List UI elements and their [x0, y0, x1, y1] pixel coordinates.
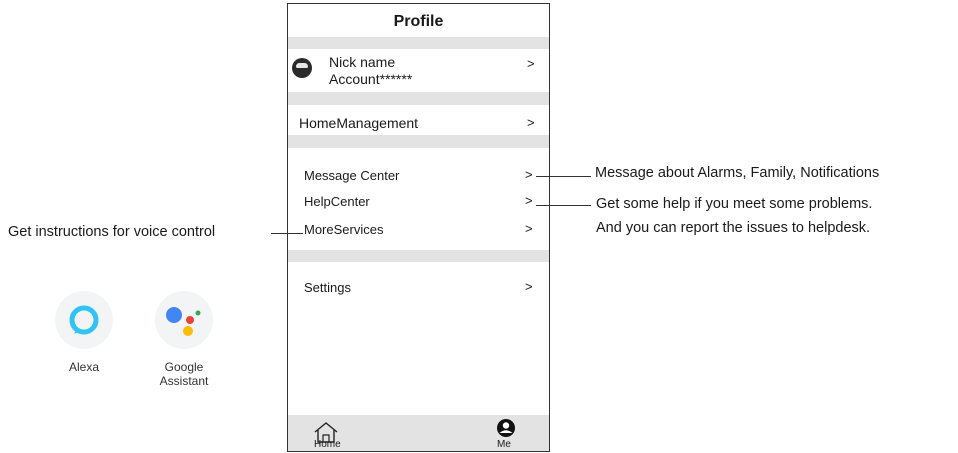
settings-item[interactable]: Settings >: [288, 274, 549, 300]
message-center-label: Message Center: [304, 168, 400, 183]
google-assistant-icon: [166, 307, 201, 336]
chevron-right-icon: >: [525, 167, 533, 182]
voice-callout-line: [271, 233, 303, 234]
help-center-item[interactable]: HelpCenter >: [288, 188, 549, 212]
google-assistant-app[interactable]: [155, 291, 213, 349]
avatar-icon: [292, 58, 312, 78]
tab-home-label: Home: [314, 439, 341, 450]
tab-me-label: Me: [497, 439, 511, 450]
tab-me[interactable]: Me: [492, 417, 522, 451]
profile-row[interactable]: Nick name Account****** >: [288, 49, 549, 92]
phone-screen: Profile Nick name Account****** > HomeMa…: [287, 3, 550, 452]
tab-home[interactable]: Home: [308, 417, 348, 451]
help-callout-text-1: Get some help if you meet some problems.: [596, 196, 873, 212]
chevron-right-icon: >: [527, 115, 535, 130]
chevron-right-icon: >: [525, 279, 533, 294]
message-callout-text: Message about Alarms, Family, Notificati…: [595, 165, 880, 181]
settings-label: Settings: [304, 280, 351, 295]
section-divider: [288, 92, 549, 105]
chevron-right-icon: >: [527, 56, 535, 71]
alexa-app[interactable]: [55, 291, 113, 349]
page-title: Profile: [393, 13, 444, 30]
account-name: Account******: [329, 71, 413, 87]
help-callout-line: [536, 205, 591, 206]
google-assistant-label-line1: Google: [164, 360, 204, 374]
alexa-icon: [69, 305, 99, 335]
bottom-tab-bar: Home Me: [288, 415, 549, 451]
chevron-right-icon: >: [525, 221, 533, 236]
help-callout-text-2: And you can report the issues to helpdes…: [596, 220, 871, 236]
alexa-label: Alexa: [68, 360, 100, 374]
nick-name: Nick name: [329, 54, 396, 70]
help-center-label: HelpCenter: [304, 194, 370, 209]
section-divider: [288, 37, 549, 49]
message-callout-line: [536, 176, 591, 177]
section-divider: [288, 135, 549, 148]
me-icon: [497, 419, 515, 437]
home-management-item[interactable]: HomeManagement >: [288, 105, 549, 135]
more-services-item[interactable]: MoreServices >: [288, 216, 549, 240]
chevron-right-icon: >: [525, 193, 533, 208]
home-management-label: HomeManagement: [299, 115, 419, 131]
message-center-item[interactable]: Message Center >: [288, 162, 549, 186]
more-services-label: MoreServices: [304, 222, 384, 237]
voice-callout-text: Get instructions for voice control: [8, 224, 216, 240]
google-assistant-label: Google Assistant: [149, 360, 219, 388]
google-assistant-label-line2: Assistant: [159, 374, 209, 388]
section-divider: [288, 250, 549, 262]
